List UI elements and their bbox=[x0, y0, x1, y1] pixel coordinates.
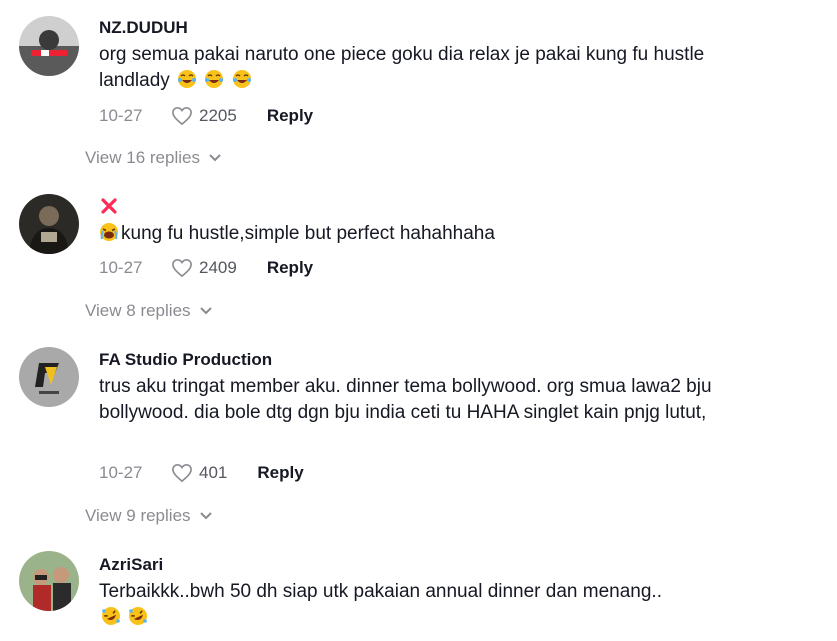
view-replies-button[interactable]: View 8 replies bbox=[85, 301, 213, 321]
comment-date: 10-27 bbox=[99, 258, 143, 277]
heart-icon bbox=[172, 106, 192, 126]
avatar[interactable] bbox=[19, 194, 79, 254]
reply-button[interactable]: Reply bbox=[267, 258, 313, 278]
comment-date: 10-27 bbox=[99, 463, 143, 482]
laughing-face-icon bbox=[232, 69, 252, 89]
chevron-down-icon bbox=[199, 512, 212, 520]
comment-text: Terbaikkk..bwh 50 dh siap utk pakaian an… bbox=[99, 579, 749, 631]
username[interactable]: FA Studio Production bbox=[99, 350, 272, 370]
comment-text-body: Terbaikkk..bwh 50 dh siap utk pakaian an… bbox=[99, 581, 662, 602]
reply-button[interactable]: Reply bbox=[267, 106, 313, 126]
cross-mark-icon bbox=[101, 198, 117, 214]
like-button[interactable]: 401 bbox=[171, 463, 227, 483]
heart-icon bbox=[172, 463, 192, 483]
comment-text-body: kung fu hustle,simple but perfect hahahh… bbox=[121, 223, 495, 244]
comment-text: kung fu hustle,simple but perfect hahahh… bbox=[99, 221, 739, 247]
avatar[interactable] bbox=[19, 16, 79, 76]
comment-text: trus aku tringat member aku. dinner tema… bbox=[99, 376, 712, 423]
like-count: 2205 bbox=[199, 106, 237, 125]
comment-meta: 10-27 2205 Reply bbox=[99, 104, 313, 128]
username[interactable]: NZ.DUDUH bbox=[99, 18, 188, 38]
avatar[interactable] bbox=[19, 347, 79, 407]
chevron-down-icon bbox=[209, 154, 221, 162]
like-count: 401 bbox=[199, 463, 228, 482]
rolling-laughing-face-icon bbox=[128, 606, 148, 626]
comment-text: org semua pakai naruto one piece goku di… bbox=[99, 42, 719, 94]
avatar[interactable] bbox=[19, 551, 79, 611]
comment-date: 10-27 bbox=[99, 106, 143, 125]
loudly-laughing-face-icon bbox=[99, 222, 119, 242]
laughing-face-icon bbox=[177, 69, 197, 89]
laughing-face-icon bbox=[204, 69, 224, 89]
view-replies-button[interactable]: View 9 replies bbox=[85, 506, 213, 526]
chevron-down-icon bbox=[199, 307, 212, 315]
reply-button[interactable]: Reply bbox=[257, 463, 303, 483]
view-replies-button[interactable]: View 16 replies bbox=[85, 148, 222, 168]
like-count: 2409 bbox=[199, 258, 237, 277]
like-button[interactable]: 2409 bbox=[171, 258, 237, 278]
comment-meta: 10-27 2409 Reply bbox=[99, 256, 313, 280]
comment-meta: 10-27 401 Reply bbox=[99, 461, 304, 485]
view-replies-label: View 16 replies bbox=[85, 148, 200, 167]
username[interactable] bbox=[99, 196, 119, 216]
rolling-laughing-face-icon bbox=[101, 606, 121, 626]
username[interactable]: AzriSari bbox=[99, 555, 163, 575]
view-replies-label: View 9 replies bbox=[85, 506, 191, 525]
like-button[interactable]: 2205 bbox=[171, 106, 237, 126]
view-replies-label: View 8 replies bbox=[85, 301, 191, 320]
heart-icon bbox=[172, 258, 192, 278]
